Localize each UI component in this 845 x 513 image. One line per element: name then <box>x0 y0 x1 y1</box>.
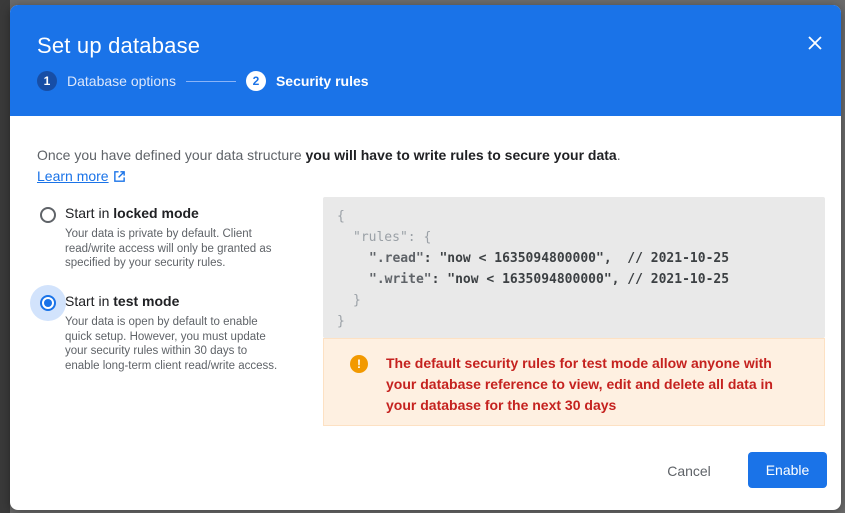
code-line: } <box>353 293 361 308</box>
intro-suffix: . <box>616 147 621 163</box>
radio-locked-mode[interactable] <box>35 202 61 228</box>
radio-test-mode[interactable] <box>30 285 66 321</box>
step-1-number: 1 <box>37 71 57 91</box>
intro-text: Once you have defined your data structur… <box>37 147 621 163</box>
option-locked-mode[interactable]: Start in locked mode Your data is privat… <box>35 202 295 282</box>
backdrop <box>0 0 10 513</box>
learn-more-label: Learn more <box>37 168 109 184</box>
enable-button[interactable]: Enable <box>748 452 827 488</box>
radio-circle <box>40 207 56 223</box>
learn-more-link[interactable]: Learn more <box>37 168 126 184</box>
option-title: Start in test mode <box>65 293 180 309</box>
option-title: Start in locked mode <box>65 205 199 221</box>
step-2-label: Security rules <box>275 73 369 89</box>
dialog-header: Set up database 1 Database options 2 Sec… <box>10 5 841 116</box>
intro-bold: you will have to write rules to secure y… <box>305 147 617 163</box>
close-icon[interactable] <box>803 31 827 55</box>
code-line-write: ".write": "now < 1635094800000", // 2021… <box>369 272 730 287</box>
stepper: 1 Database options 2 Security rules <box>37 70 369 92</box>
option-description: Your data is open by default to enable q… <box>65 316 278 372</box>
warning-icon: ! <box>350 355 368 373</box>
option-description: Your data is private by default. Client … <box>65 228 272 269</box>
test-mode-warning: ! The default security rules for test mo… <box>323 338 825 426</box>
warning-text: The default security rules for test mode… <box>386 355 773 413</box>
open-in-new-icon <box>113 170 125 182</box>
cancel-button[interactable]: Cancel <box>651 454 727 488</box>
code-line: "rules": { <box>353 230 432 245</box>
option-test-mode[interactable]: Start in test mode Your data is open by … <box>30 285 295 400</box>
intro-prefix: Once you have defined your data structur… <box>37 147 306 163</box>
code-line-read: ".read": "now < 1635094800000", // 2021-… <box>369 251 730 266</box>
code-line: } <box>337 314 345 329</box>
setup-database-dialog: Set up database 1 Database options 2 Sec… <box>10 5 841 510</box>
step-connector <box>185 80 236 82</box>
code-line: { <box>337 209 345 224</box>
dialog-title: Set up database <box>37 33 201 58</box>
step-2-number: 2 <box>245 71 266 91</box>
security-rules-code: { "rules": { ".read": "now < 16350948000… <box>323 197 825 338</box>
radio-circle-checked <box>40 295 56 311</box>
step-1-label[interactable]: Database options <box>67 73 176 89</box>
